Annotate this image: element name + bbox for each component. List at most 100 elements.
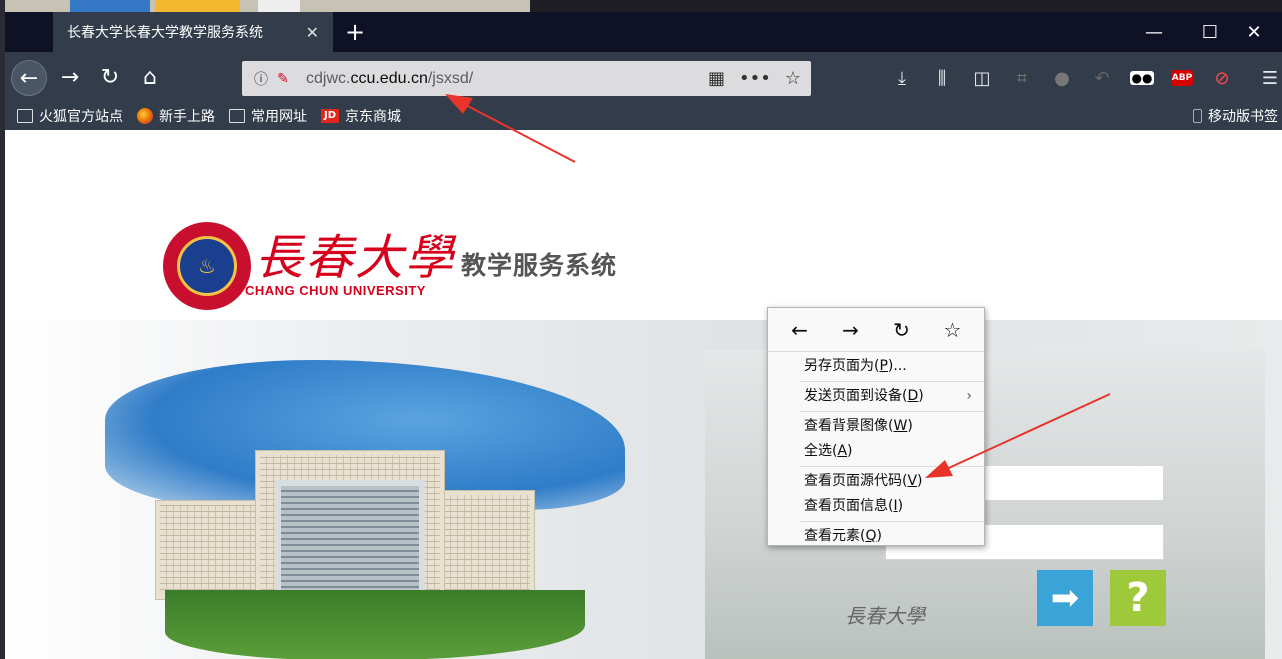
close-window-button[interactable]: ✕ <box>1226 12 1282 52</box>
minimize-button[interactable]: — <box>1126 12 1182 52</box>
bookmark-item[interactable]: JD 京东商城 <box>321 106 401 126</box>
folder-icon <box>229 109 245 123</box>
menu-suffix: ) <box>847 443 853 459</box>
web-page: ♨ 長春大學 CHANG CHUN UNIVERSITY 教学服务系统 長春大學… <box>5 130 1282 659</box>
tab-title: 长春大学长春大学教学服务系统 <box>67 25 263 41</box>
menu-text: 查看页面信息( <box>804 498 894 514</box>
menu-accesskey: D <box>907 388 919 404</box>
submenu-arrow-icon: › <box>966 388 972 404</box>
jd-icon: JD <box>321 109 339 123</box>
menu-accesskey: P <box>879 358 888 374</box>
context-menu: ← → ↻ ☆ 另存页面为(P)... 发送页面到设备(D) › 查看背景图像(W… <box>767 307 985 546</box>
menu-text: 查看背景图像( <box>804 418 894 434</box>
menu-suffix: ) <box>907 418 913 434</box>
menu-text: 查看元素( <box>804 528 866 544</box>
menu-send-to-device[interactable]: 发送页面到设备(D) › <box>768 384 984 409</box>
info-icon[interactable]: ⓘ <box>250 68 272 90</box>
menu-text: 查看页面源代码( <box>804 473 908 489</box>
login-button[interactable]: ➡ <box>1037 570 1093 626</box>
home-button[interactable]: ⌂ <box>134 61 166 93</box>
url-bar[interactable]: ⓘ ✎ cdjwc.ccu.edu.cn/jsxsd/ ▦ ••• ☆ <box>242 61 811 96</box>
bookmark-label: 火狐官方站点 <box>39 109 123 125</box>
extension-icon[interactable]: ●● <box>1128 65 1156 91</box>
brand-english: CHANG CHUN UNIVERSITY <box>245 283 426 298</box>
adblock-icon[interactable]: ABP <box>1168 65 1196 91</box>
menu-page-info[interactable]: 查看页面信息(I) <box>768 494 984 519</box>
bookmark-item[interactable]: 常用网址 <box>229 106 307 126</box>
tab-close-icon[interactable]: ✕ <box>306 23 319 42</box>
menu-separator <box>800 411 984 412</box>
campus-building <box>155 500 265 600</box>
menu-separator <box>800 521 984 522</box>
menu-accesskey: Q <box>865 528 877 544</box>
tab-active[interactable]: 长春大学长春大学教学服务系统 ✕ <box>53 12 333 52</box>
menu-select-all[interactable]: 全选(A) <box>768 439 984 464</box>
desktop-taskbar-strip <box>0 0 530 12</box>
bookmark-item[interactable]: 火狐官方站点 <box>17 106 123 126</box>
menu-suffix: ) <box>917 473 923 489</box>
folder-icon <box>17 109 33 123</box>
bookmarks-toolbar: 火狐官方站点 新手上路 常用网址 JD 京东商城 移动版书签 <box>5 102 1282 130</box>
url-path: /jsxsd/ <box>427 69 474 87</box>
url-text[interactable]: cdjwc.ccu.edu.cn/jsxsd/ <box>306 70 708 88</box>
menu-suffix: ) <box>918 388 924 404</box>
bookmark-label: 新手上路 <box>159 109 215 125</box>
desktop-icon <box>155 0 240 12</box>
browser-window: 长春大学长春大学教学服务系统 ✕ + — ☐ ✕ ← → ↻ ⌂ ⓘ ✎ cdj… <box>5 12 1282 659</box>
url-prefix: cdjwc. <box>306 69 351 87</box>
ctx-forward-icon[interactable]: → <box>836 318 866 342</box>
menu-text: 另存页面为( <box>804 358 880 374</box>
chat-icon[interactable]: ● <box>1048 65 1076 91</box>
university-logo: ♨ <box>163 222 251 310</box>
navigation-toolbar: ← → ↻ ⌂ ⓘ ✎ cdjwc.ccu.edu.cn/jsxsd/ ▦ ••… <box>5 52 1282 102</box>
help-button[interactable]: ? <box>1110 570 1166 626</box>
back-button[interactable]: ← <box>11 60 47 96</box>
screenshot-icon[interactable]: ⌗ <box>1008 65 1036 91</box>
undo-icon[interactable]: ↶ <box>1088 65 1116 91</box>
firefox-icon <box>137 108 153 124</box>
forward-button[interactable]: → <box>54 61 86 93</box>
context-nav-row: ← → ↻ ☆ <box>768 308 984 352</box>
ctx-reload-icon[interactable]: ↻ <box>887 318 917 342</box>
torch-icon: ♨ <box>177 236 237 296</box>
campus-lawn <box>165 590 585 659</box>
campus-glass-facade <box>275 480 425 600</box>
menu-suffix: ) <box>897 498 904 514</box>
bookmark-label: 京东商城 <box>345 109 401 125</box>
menu-view-source[interactable]: 查看页面源代码(V) <box>768 469 984 494</box>
ctx-back-icon[interactable]: ← <box>785 318 815 342</box>
menu-text: 全选( <box>804 443 838 459</box>
menu-save-page[interactable]: 另存页面为(P)... <box>768 354 984 379</box>
library-icon[interactable]: ⫼ <box>928 65 956 91</box>
page-actions-icon[interactable]: ••• <box>739 68 771 89</box>
menu-icon[interactable]: ☰ <box>1256 65 1282 91</box>
menu-separator <box>800 466 984 467</box>
reload-button[interactable]: ↻ <box>94 61 126 93</box>
menu-suffix: ) <box>876 528 882 544</box>
menu-inspect-element[interactable]: 查看元素(Q) <box>768 524 984 549</box>
desktop-icon <box>70 0 150 12</box>
menu-accesskey: V <box>907 473 918 489</box>
url-domain: ccu.edu.cn <box>350 69 428 87</box>
menu-accesskey: A <box>837 443 848 459</box>
block-icon[interactable]: ⊘ <box>1208 65 1236 91</box>
desktop-icon <box>258 0 300 12</box>
mobile-bookmarks-label: 移动版书签 <box>1208 109 1278 125</box>
new-tab-button[interactable]: + <box>341 18 369 46</box>
campus-photo <box>65 340 625 659</box>
menu-accesskey: W <box>893 418 908 434</box>
mobile-bookmarks[interactable]: 移动版书签 <box>1193 102 1278 130</box>
menu-view-bg-image[interactable]: 查看背景图像(W) <box>768 414 984 439</box>
menu-suffix: )... <box>887 358 907 374</box>
menu-text: 发送页面到设备( <box>804 388 908 404</box>
qr-code-icon[interactable]: ▦ <box>708 68 725 89</box>
bookmark-item[interactable]: 新手上路 <box>137 106 215 126</box>
menu-separator <box>800 381 984 382</box>
ctx-bookmark-icon[interactable]: ☆ <box>938 318 968 342</box>
mobile-phone-icon <box>1193 109 1202 123</box>
insecure-lock-icon[interactable]: ✎ <box>272 68 294 90</box>
tab-bar: 长春大学长春大学教学服务系统 ✕ + — ☐ ✕ <box>5 12 1282 52</box>
sidebar-icon[interactable]: ◫ <box>968 65 996 91</box>
download-icon[interactable]: ⤓ <box>888 65 916 91</box>
bookmark-star-icon[interactable]: ☆ <box>785 68 801 89</box>
